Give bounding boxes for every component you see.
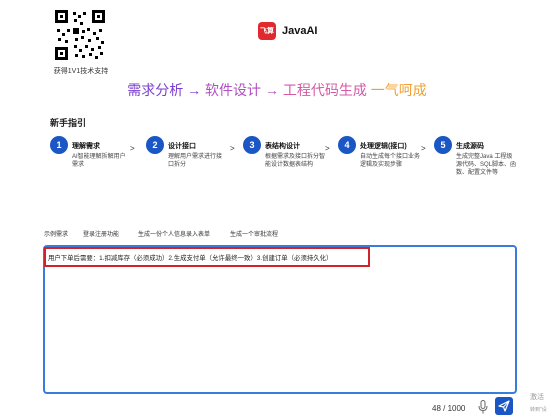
step-title: 设计接口 [168,143,196,150]
activation-watermark-sub: 转到"设 [530,407,547,413]
step-arrow-icon: > [325,144,330,153]
step-description: 生成完整Java 工程级源代码、SQL脚本、函数、配置文件等 [456,154,517,176]
qr-code-block [52,10,108,60]
slogan-part-design: 软件设计 → [205,82,283,98]
example-chip-approval-flow[interactable]: 生成一个审批流程 [230,229,278,238]
send-button[interactable] [495,397,513,415]
guide-title: 新手指引 [50,118,87,128]
step-number-badge: 3 [243,136,261,154]
step-title: 表结构设计 [265,143,300,150]
microphone-icon[interactable] [478,400,488,414]
step-arrow-icon: > [421,144,426,153]
step-number-badge: 2 [146,136,164,154]
activation-watermark: 激活 [530,394,544,401]
step-description: 根据需求及接口拆分智能设计数据表结构 [265,154,326,168]
brand-name: JavaAI [282,25,318,37]
char-counter: 48 / 1000 [432,404,466,413]
step-number-badge: 4 [338,136,356,154]
qr-code-image [55,10,105,60]
step-arrow-icon: > [230,144,235,153]
send-icon [498,400,510,412]
brand-logo-icon: 飞算 [258,22,276,40]
slogan-part-requirements: 需求分析 → [127,82,206,98]
example-chip-login[interactable]: 登录注册功能 [83,229,119,238]
examples-label: 示例需求 [44,232,69,238]
step-number-badge: 5 [434,136,452,154]
step-title: 生成源码 [456,143,484,150]
step-arrow-icon: > [130,144,135,153]
example-chip-profile-form[interactable]: 生成一份个人信息录入表单 [138,229,210,238]
step-description: 理解用户需求进行接口拆分 [168,154,223,168]
requirement-input-value[interactable]: 用户下单后需要：1.扣减库存（必须成功）2.生成支付单（允许最终一致）3.创建订… [48,253,332,262]
step-title: 处理逻辑(接口) [360,143,407,150]
qr-code-pattern [57,12,104,59]
step-description: 自动生成每个接口业务逻辑及实现步骤 [360,154,421,168]
slogan-part-oneshot: 一气呵成 [370,82,427,98]
step-description: AI智能理解拆解用户需求 [72,154,126,168]
slogan: 需求分析 → 软件设计 → 工程代码生成 一气呵成 [0,80,554,100]
qr-caption: 获得1V1技术支持 [53,68,109,75]
requirement-input[interactable] [43,245,517,394]
step-number-badge: 1 [50,136,68,154]
step-title: 理解需求 [72,143,100,150]
brand-header: 飞算 JavaAI [258,22,317,40]
slogan-part-codegen: 工程代码生成 [282,82,371,98]
